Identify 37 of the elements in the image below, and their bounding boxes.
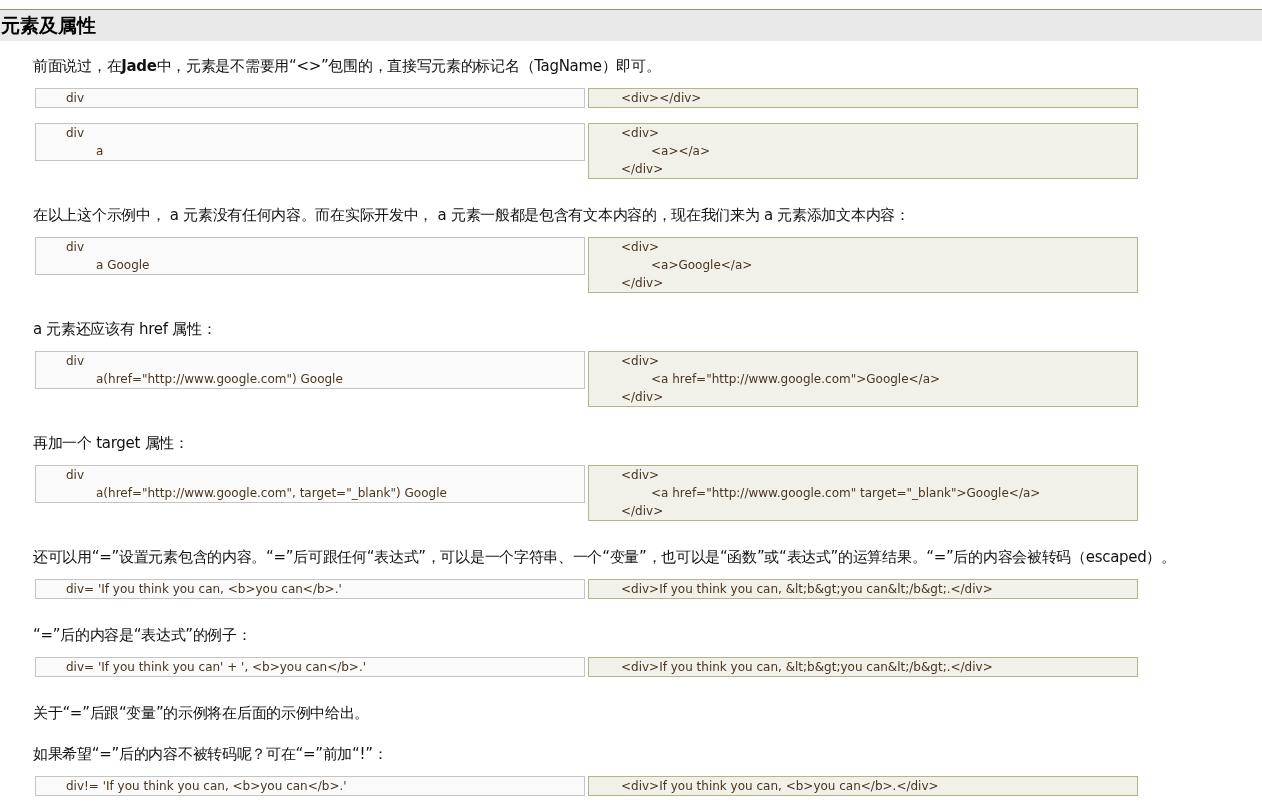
code-line: </div>	[621, 275, 664, 292]
code-line: div	[66, 125, 85, 142]
code-line: div	[66, 353, 85, 370]
code-line: <div>	[621, 239, 660, 256]
code-line: <div>If you think you can, &lt;b&gt;you can&lt;/b&gt;.</div>	[621, 659, 993, 676]
code-line: div= 'If you think you can, <b>you can</b>.'	[66, 581, 342, 598]
code-line: div	[66, 239, 85, 256]
paragraph: 前面说过，在Jade中，元素是不需要用“<>”包围的，直接写元素的标记名（TagName）即可。	[33, 56, 661, 77]
paragraph: 还可以用“=”设置元素包含的内容。“=”后可跟任何“表达式”，可以是一个字符串、一个“变量”，也可以是“函数”或“表达式”的运算结果。“=”后的内容会被转码（escaped）。	[33, 547, 1176, 568]
paragraph: 再加一个 target 属性：	[33, 433, 189, 454]
code-line: </div>	[621, 389, 664, 406]
code-line: div= 'If you think you can' + ', <b>you can</b>.'	[66, 659, 367, 676]
code-line: <div>	[621, 353, 660, 370]
code-line: <a></a>	[651, 143, 710, 160]
paragraph: a 元素还应该有 href 属性：	[33, 319, 217, 340]
code-line: div	[66, 467, 85, 484]
code-line: <div>If you think you can, &lt;b&gt;you can&lt;/b&gt;.</div>	[621, 581, 993, 598]
code-line: a(href="http://www.google.com") Google	[96, 371, 343, 388]
code-line: <div></div>	[621, 90, 702, 107]
code-line: <div>	[621, 467, 660, 484]
section-title: 元素及属性	[0, 13, 96, 39]
code-line: a Google	[96, 257, 150, 274]
code-line: a(href="http://www.google.com", target="_blank") Google	[96, 485, 447, 502]
code-line: <div>	[621, 125, 660, 142]
code-line: <a>Google</a>	[651, 257, 753, 274]
code-line: div	[66, 90, 85, 107]
code-line: a	[96, 143, 104, 160]
paragraph: 如果希望“=”后的内容不被转码呢？可在“=”前加“!”：	[33, 744, 388, 765]
paragraph: 关于“=”后跟“变量”的示例将在后面的示例中给出。	[33, 703, 370, 724]
paragraph: “=”后的内容是“表达式”的例子：	[33, 625, 252, 646]
code-line: div!= 'If you think you can, <b>you can</b>.'	[66, 778, 347, 795]
paragraph: 在以上这个示例中， a 元素没有任何内容。而在实际开发中， a 元素一般都是包含有文本内容的，现在我们来为 a 元素添加文本内容：	[33, 205, 910, 226]
code-line: <a href="http://www.google.com">Google</a>	[651, 371, 941, 388]
code-line: </div>	[621, 503, 664, 520]
code-line: </div>	[621, 161, 664, 178]
code-line: <a href="http://www.google.com" target="_blank">Google</a>	[651, 485, 1041, 502]
code-line: <div>If you think you can, <b>you can</b>.</div>	[621, 778, 939, 795]
